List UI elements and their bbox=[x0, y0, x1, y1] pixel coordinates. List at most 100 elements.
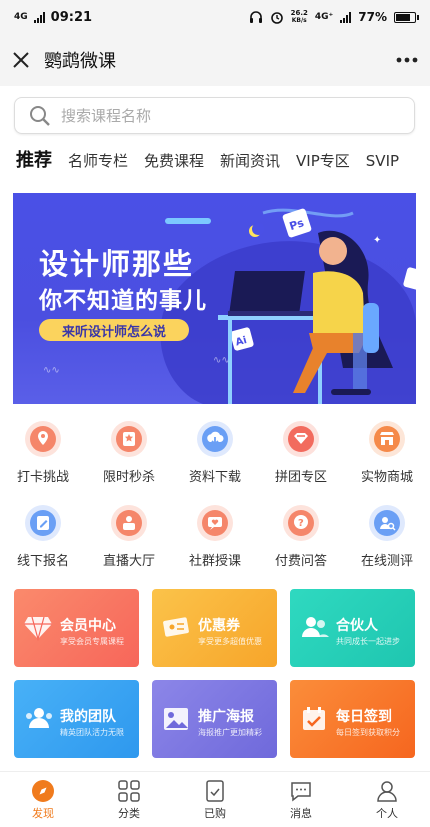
edit-icon bbox=[30, 510, 56, 536]
purchased-icon bbox=[206, 780, 224, 802]
grid-item-store[interactable]: 实物商城 bbox=[344, 421, 430, 485]
grid-item-offline-signup[interactable]: 线下报名 bbox=[0, 505, 86, 569]
tab-free-courses[interactable]: 免费课程 bbox=[144, 147, 204, 185]
store-icon bbox=[374, 426, 400, 452]
live-camera-icon bbox=[116, 510, 142, 536]
close-icon[interactable] bbox=[12, 51, 30, 69]
card-title: 我的团队 bbox=[60, 709, 116, 725]
grid-label: 拼团专区 bbox=[274, 470, 327, 485]
clock: 09:21 bbox=[50, 9, 93, 25]
nav-label: 分类 bbox=[118, 807, 140, 820]
nav-discover[interactable]: 发现 bbox=[0, 772, 86, 827]
grid-label: 社群授课 bbox=[188, 554, 241, 569]
grid-item-download[interactable]: 资料下载 bbox=[172, 421, 258, 485]
grid-label: 打卡挑战 bbox=[16, 470, 69, 485]
promo-banner[interactable]: ✦ ∿∿ ∿∿ Ps Ai 设计师那些 你不知道的事儿 来听设计师怎么说 bbox=[13, 193, 416, 404]
cloud-download-icon-wrap bbox=[197, 421, 233, 457]
card-subtitle: 共同成长一起进步 bbox=[336, 637, 400, 646]
nav-purchased[interactable]: 已购 bbox=[172, 772, 258, 827]
card-title: 合伙人 bbox=[336, 618, 378, 634]
tab-news[interactable]: 新闻资讯 bbox=[220, 147, 280, 185]
category-tabs: 推荐 名师专栏 免费课程 新闻资讯 VIP专区 SVIP bbox=[16, 147, 430, 185]
grid-label: 在线测评 bbox=[360, 554, 413, 569]
nav-label: 消息 bbox=[290, 807, 312, 820]
title-bar: 鹦鹉微课 bbox=[0, 34, 430, 86]
profile-icon bbox=[377, 781, 397, 802]
card-promo-poster[interactable]: 推广海报 海报推广更加精彩 bbox=[152, 680, 277, 758]
grid-label: 付费问答 bbox=[274, 554, 327, 569]
nav-profile[interactable]: 个人 bbox=[344, 772, 430, 827]
partners-icon bbox=[302, 617, 329, 637]
message-icon bbox=[291, 782, 311, 802]
nav-category[interactable]: 分类 bbox=[86, 772, 172, 827]
tab-recommend[interactable]: 推荐 bbox=[16, 147, 52, 185]
card-coupons[interactable]: 优惠券 享受更多超值优惠 bbox=[152, 589, 277, 667]
svg-text:?: ? bbox=[298, 518, 304, 529]
banner-headline-1: 设计师那些 bbox=[39, 247, 195, 281]
grid-item-flash-sale[interactable]: 限时秒杀 bbox=[86, 421, 172, 485]
grid-item-live-hall[interactable]: 直播大厅 bbox=[86, 505, 172, 569]
diamond-icon bbox=[24, 616, 52, 641]
card-title: 推广海报 bbox=[198, 709, 254, 725]
bottom-nav: 发现 分类 已购 消息 个人 bbox=[0, 771, 430, 827]
feature-grid-row-1: 打卡挑战 限时秒杀 资料下载 拼团专区 实物商城 bbox=[0, 421, 430, 485]
card-subtitle: 精英团队活力无限 bbox=[60, 728, 124, 737]
tab-svip[interactable]: SVIP bbox=[366, 147, 399, 185]
battery-icon bbox=[394, 11, 419, 23]
card-partner[interactable]: 合伙人 共同成长一起进步 bbox=[290, 589, 415, 667]
chat-heart-icon bbox=[202, 510, 228, 536]
user-search-icon-wrap bbox=[369, 505, 405, 541]
map-pin-icon bbox=[30, 426, 56, 452]
nav-label: 个人 bbox=[376, 807, 398, 820]
image-icon bbox=[164, 708, 188, 730]
svg-text:✦: ✦ bbox=[373, 235, 381, 246]
edit-icon-wrap bbox=[25, 505, 61, 541]
flash-sale-icon bbox=[116, 426, 142, 452]
tab-teacher-column[interactable]: 名师专栏 bbox=[68, 147, 128, 185]
banner-headline-2: 你不知道的事儿 bbox=[39, 288, 207, 314]
card-my-team[interactable]: 我的团队 精英团队活力无限 bbox=[14, 680, 139, 758]
network-type: 4G bbox=[14, 11, 28, 22]
card-subtitle: 每日签到获取积分 bbox=[336, 728, 400, 737]
signal-icon bbox=[33, 11, 45, 23]
card-subtitle: 享受会员专属课程 bbox=[60, 637, 124, 646]
more-icon[interactable] bbox=[396, 57, 418, 63]
card-member-center[interactable]: 会员中心 享受会员专属课程 bbox=[14, 589, 139, 667]
grid-item-community-class[interactable]: 社群授课 bbox=[172, 505, 258, 569]
calendar-check-icon bbox=[303, 707, 325, 730]
svg-text:∿∿: ∿∿ bbox=[43, 365, 60, 376]
flash-sale-icon-wrap bbox=[111, 421, 147, 457]
store-icon-wrap bbox=[369, 421, 405, 457]
net-speed: 26.2 KB/s bbox=[290, 9, 308, 25]
grid-label: 资料下载 bbox=[188, 470, 241, 485]
network-type-2: 4G⁺ bbox=[314, 12, 334, 22]
feature-grid-row-2: 线下报名 直播大厅 社群授课 ? 付费问答 在线测评 bbox=[0, 505, 430, 569]
card-subtitle: 海报推广更加精彩 bbox=[198, 728, 262, 737]
grid-item-checkin-challenge[interactable]: 打卡挑战 bbox=[0, 421, 86, 485]
team-icon bbox=[26, 708, 52, 728]
user-search-icon bbox=[374, 510, 400, 536]
card-title: 会员中心 bbox=[60, 618, 116, 634]
card-title: 优惠券 bbox=[198, 618, 240, 634]
map-pin-icon-wrap bbox=[25, 421, 61, 457]
status-bar: 4G 09:21 26.2 KB/s 4G⁺ 77% bbox=[0, 0, 430, 34]
nav-label: 发现 bbox=[32, 807, 54, 820]
signal-icon-2 bbox=[340, 11, 352, 23]
svg-text:∿∿: ∿∿ bbox=[213, 355, 230, 366]
search-bar[interactable] bbox=[14, 97, 415, 134]
page-title: 鹦鹉微课 bbox=[44, 51, 116, 72]
grid-item-paid-qa[interactable]: ? 付费问答 bbox=[258, 505, 344, 569]
question-bubble-icon: ? bbox=[288, 510, 314, 536]
nav-messages[interactable]: 消息 bbox=[258, 772, 344, 827]
coupon-icon bbox=[163, 617, 189, 637]
grid-item-group-buy[interactable]: 拼团专区 bbox=[258, 421, 344, 485]
card-daily-checkin[interactable]: 每日签到 每日签到获取积分 bbox=[290, 680, 415, 758]
search-input[interactable] bbox=[61, 106, 361, 125]
card-subtitle: 享受更多超值优惠 bbox=[198, 637, 262, 646]
cloud-download-icon bbox=[202, 426, 228, 452]
grid-label: 直播大厅 bbox=[102, 554, 155, 569]
banner-tagline: 来听设计师怎么说 bbox=[39, 319, 189, 341]
live-camera-icon-wrap bbox=[111, 505, 147, 541]
grid-item-online-assessment[interactable]: 在线测评 bbox=[344, 505, 430, 569]
tab-vip[interactable]: VIP专区 bbox=[296, 147, 350, 185]
